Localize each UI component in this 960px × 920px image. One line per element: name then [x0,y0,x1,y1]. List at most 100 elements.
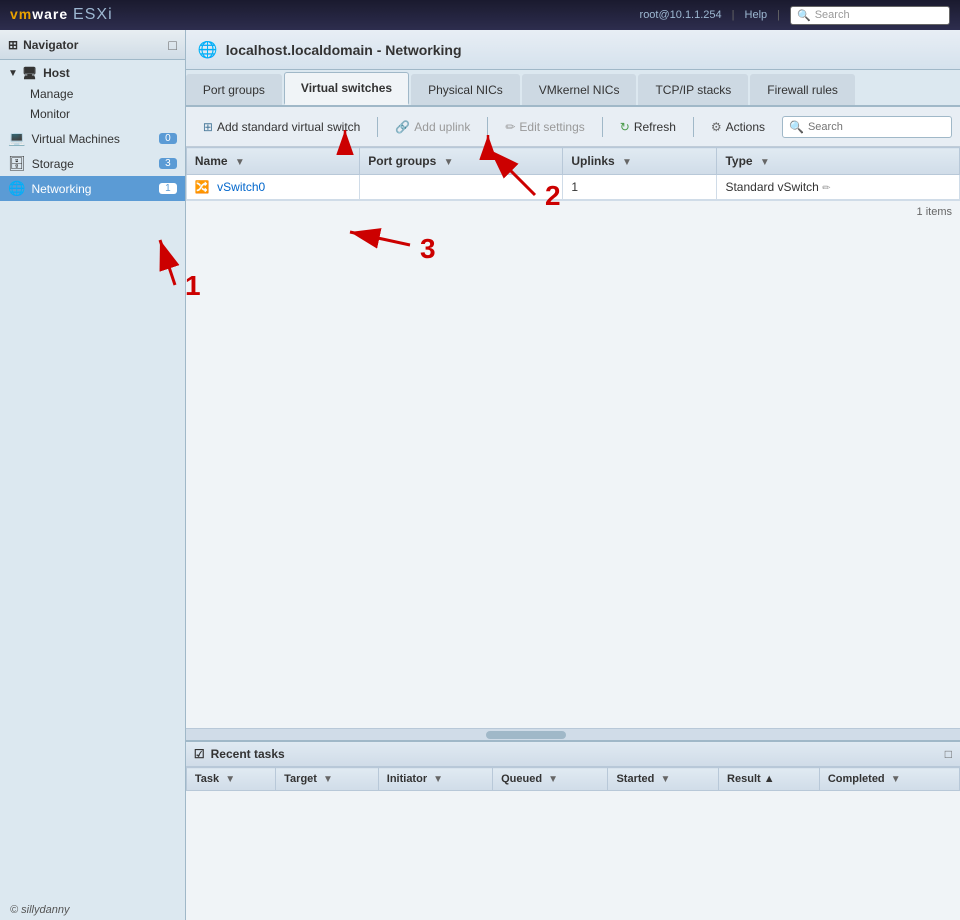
global-search-box[interactable]: 🔍 [790,6,950,25]
refresh-icon: ↻ [620,120,630,134]
main-layout: ⊞ Navigator □ ▼ 🖥 Host Manage Monitor [0,30,960,920]
networking-badge: 1 [159,183,177,194]
monitor-label: Monitor [30,107,70,121]
items-count: 1 items [186,200,960,223]
edit-pencil-icon[interactable]: ✏ [822,183,830,194]
tasks-list-icon: ☑ [194,747,205,761]
storage-nav-label: Storage [32,157,74,171]
tasks-body: Task ▼ Target ▼ Initiator ▼ Queued ▼ Sta… [186,767,960,887]
tasks-col-result[interactable]: Result ▲ [719,768,820,791]
recent-tasks-panel: ☑ Recent tasks □ Task ▼ Target ▼ Initiat… [186,740,960,920]
refresh-button[interactable]: ↻ Refresh [611,115,685,139]
cell-type: Standard vSwitch ✏ [717,175,960,200]
vm-text: vm [10,6,32,22]
col-type[interactable]: Type ▼ [717,148,960,175]
navigator-header: ⊞ Navigator □ [0,30,185,60]
tasks-title-label: Recent tasks [211,747,285,761]
search-icon: 🔍 [797,9,811,22]
vmware-logo: vmware ESXi [10,6,113,24]
type-sort-icon: ▼ [760,157,770,168]
tasks-col-completed[interactable]: Completed ▼ [819,768,959,791]
table-row[interactable]: 🔀 vSwitch0 1 Standard vSwitch ✏ [186,175,959,200]
add-uplink-button[interactable]: 🔗 Add uplink [386,115,479,139]
port-groups-sort-icon: ▼ [444,157,454,168]
manage-label: Manage [30,87,73,101]
cell-port-groups [360,175,563,200]
copyright-text: © sillydanny [10,904,69,916]
networking-nav-icon: 🌐 [8,180,25,197]
vswitch-link[interactable]: vSwitch0 [217,180,265,194]
col-uplinks[interactable]: Uplinks ▼ [563,148,717,175]
table-wrapper: Name ▼ Port groups ▼ Uplinks ▼ Type ▼ [186,147,960,223]
actions-button[interactable]: ⚙ Actions [702,115,774,139]
storage-badge: 3 [159,158,177,169]
started-sort-icon: ▼ [660,774,670,785]
esxi-text: ESXi [73,6,113,23]
add-standard-vswitch-button[interactable]: ⊞ Add standard virtual switch [194,115,369,139]
nav-item-virtual-machines[interactable]: 💻 Virtual Machines 0 [0,126,185,151]
content-title: localhost.localdomain - Networking [226,42,462,58]
user-info: root@10.1.1.254 [640,9,722,21]
edit-settings-button[interactable]: ✏ Edit settings [496,115,593,139]
tasks-col-task[interactable]: Task ▼ [186,768,275,791]
tasks-col-queued[interactable]: Queued ▼ [493,768,608,791]
horizontal-scrollbar[interactable] [186,728,960,740]
separator-3 [602,117,603,137]
separator-2 [487,117,488,137]
add-uplink-icon: 🔗 [395,120,410,134]
cell-uplinks: 1 [563,175,717,200]
tasks-table-header: Task ▼ Target ▼ Initiator ▼ Queued ▼ Sta… [186,768,959,791]
tab-vmkernel-nics[interactable]: VMkernel NICs [522,74,637,105]
col-name[interactable]: Name ▼ [186,148,359,175]
nav-grid-icon: ⊞ [8,38,18,52]
virtual-switches-table: Name ▼ Port groups ▼ Uplinks ▼ Type ▼ [186,147,960,200]
host-icon: 🖥 [22,66,37,80]
help-button[interactable]: Help [745,9,768,21]
tasks-collapse-icon[interactable]: □ [945,747,952,761]
tab-content: Name ▼ Port groups ▼ Uplinks ▼ Type ▼ [186,147,960,728]
tab-tcpip-stacks[interactable]: TCP/IP stacks [638,74,748,105]
cell-name: 🔀 vSwitch0 [186,175,359,200]
table-search-input[interactable] [808,121,938,133]
task-sort-icon: ▼ [225,774,235,785]
host-expand-icon: ▼ [8,68,18,79]
tasks-col-initiator[interactable]: Initiator ▼ [378,768,492,791]
sidebar: ⊞ Navigator □ ▼ 🖥 Host Manage Monitor [0,30,186,920]
target-sort-icon: ▼ [323,774,333,785]
tasks-table: Task ▼ Target ▼ Initiator ▼ Queued ▼ Sta… [186,767,960,791]
tab-port-groups[interactable]: Port groups [186,74,282,105]
nav-item-networking[interactable]: 🌐 Networking 1 [0,176,185,201]
add-standard-label: Add standard virtual switch [217,120,360,134]
tab-bar: Port groups Virtual switches Physical NI… [186,70,960,107]
tab-virtual-switches[interactable]: Virtual switches [284,72,409,105]
vm-badge: 0 [159,133,177,144]
storage-nav-icon: 🗄 [8,155,26,172]
nav-item-manage[interactable]: Manage [0,84,185,104]
nav-item-storage[interactable]: 🗄 Storage 3 [0,151,185,176]
nav-item-monitor[interactable]: Monitor [0,104,185,124]
tasks-col-target[interactable]: Target ▼ [276,768,379,791]
col-port-groups[interactable]: Port groups ▼ [360,148,563,175]
tasks-col-started[interactable]: Started ▼ [608,768,719,791]
tab-firewall-rules[interactable]: Firewall rules [750,74,855,105]
vm-nav-label: Virtual Machines [31,132,120,146]
name-sort-icon: ▼ [235,157,245,168]
tasks-title: ☑ Recent tasks [194,747,285,761]
add-standard-icon: ⊞ [203,120,213,134]
table-body: 🔀 vSwitch0 1 Standard vSwitch ✏ [186,175,959,200]
queued-sort-icon: ▼ [548,774,558,785]
tab-physical-nics[interactable]: Physical NICs [411,74,520,105]
initiator-sort-icon: ▼ [433,774,443,785]
completed-sort-icon: ▼ [891,774,901,785]
host-label: Host [43,66,70,80]
table-search-icon: 🔍 [789,120,804,134]
table-search-box[interactable]: 🔍 [782,116,952,138]
nav-item-host[interactable]: ▼ 🖥 Host [0,62,185,84]
scrollbar-thumb[interactable] [486,731,566,739]
edit-settings-icon: ✏ [505,120,515,134]
uplinks-sort-icon: ▼ [622,157,632,168]
global-search-input[interactable] [815,9,935,21]
ware-text: ware [32,6,68,22]
navigator-collapse-icon[interactable]: □ [168,37,176,53]
separator-4 [693,117,694,137]
